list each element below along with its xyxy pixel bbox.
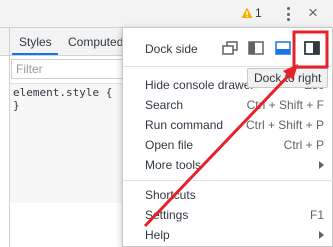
menu-item-more-tools[interactable]: More tools — [123, 155, 333, 175]
menu-item-settings[interactable]: Settings F1 — [123, 205, 333, 225]
warning-count: 1 — [255, 6, 262, 20]
submenu-arrow-icon — [319, 231, 324, 239]
menu-item-shortcut: Ctrl + Shift + F — [246, 98, 324, 112]
menu-item-label: Run command — [145, 118, 224, 132]
submenu-arrow-icon — [319, 161, 324, 169]
dock-tooltip: Dock to right — [247, 68, 329, 88]
menu-item-shortcut: Ctrl + Shift + P — [245, 118, 324, 132]
tab-computed[interactable]: Computed — [68, 35, 123, 49]
dock-right-icon[interactable] — [303, 39, 321, 57]
warnings-indicator[interactable]: 1 — [241, 6, 262, 20]
close-icon[interactable]: × — [308, 2, 318, 24]
devtools-toolbar: 1 × — [0, 0, 333, 28]
menu-item-shortcut: F1 — [309, 208, 324, 222]
code-line: element.style { — [13, 86, 113, 99]
menu-separator — [123, 180, 333, 181]
menu-item-label: Open file — [145, 138, 194, 152]
tab-styles[interactable]: Styles — [19, 35, 52, 49]
menu-item-open-file[interactable]: Open file Ctrl + P — [123, 135, 333, 155]
menu-item-search[interactable]: Search Ctrl + Shift + F — [123, 95, 333, 115]
menu-item-label: Shortcuts — [145, 188, 196, 202]
kebab-icon[interactable] — [283, 6, 293, 22]
menu-item-label: Hide console drawer — [145, 78, 255, 92]
menu-item-label: More tools — [145, 158, 202, 172]
code-line: } — [13, 99, 20, 112]
menu-item-shortcut: Ctrl + P — [283, 138, 324, 152]
customize-devtools-menu: Dock side Hide console drawer Esc Search… — [122, 27, 333, 247]
filter-input[interactable]: Filter — [11, 59, 126, 79]
tab-selected-indicator — [12, 53, 58, 55]
menu-separator — [123, 66, 333, 67]
dock-left-icon[interactable] — [247, 39, 265, 57]
menu-item-label: Search — [145, 98, 184, 112]
menu-item-shortcuts[interactable]: Shortcuts — [123, 185, 333, 205]
dock-bottom-icon[interactable] — [274, 39, 292, 57]
menu-item-help[interactable]: Help — [123, 225, 333, 245]
dock-side-label: Dock side — [145, 42, 198, 56]
menu-item-label: Help — [145, 228, 170, 242]
menu-item-label: Settings — [145, 208, 189, 222]
element-style-rule: element.style { } — [13, 86, 112, 112]
warning-icon — [241, 7, 253, 18]
undock-icon[interactable] — [221, 39, 239, 57]
menu-item-run-command[interactable]: Run command Ctrl + Shift + P — [123, 115, 333, 135]
